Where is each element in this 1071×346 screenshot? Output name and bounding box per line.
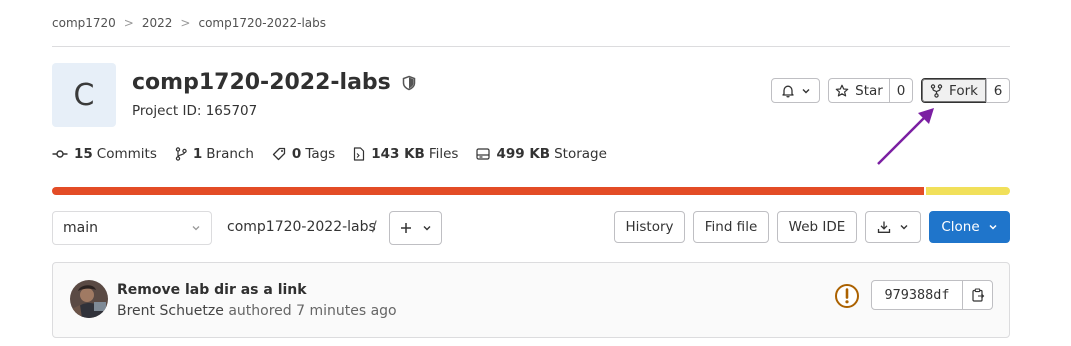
language-segment-javascript[interactable] bbox=[925, 187, 1010, 195]
stat-tags-label: Tags bbox=[305, 146, 336, 162]
clone-label: Clone bbox=[941, 219, 980, 235]
chevron-down-icon bbox=[801, 86, 811, 96]
bell-icon bbox=[781, 84, 795, 98]
commit-title[interactable]: Remove lab dir as a link bbox=[117, 282, 307, 298]
breadcrumb: comp1720 > 2022 > comp1720-2022-labs bbox=[52, 14, 326, 32]
project-avatar: C bbox=[52, 63, 116, 127]
file-icon bbox=[353, 147, 371, 161]
stat-commits[interactable]: 15 Commits bbox=[52, 146, 157, 162]
branch-name: main bbox=[63, 220, 98, 236]
chevron-down-icon bbox=[191, 223, 201, 233]
star-label: Star bbox=[855, 82, 883, 99]
tag-icon bbox=[272, 147, 292, 161]
download-dropdown[interactable] bbox=[865, 211, 921, 243]
stat-storage[interactable]: 499 KB Storage bbox=[476, 146, 607, 162]
breadcrumb-subgroup[interactable]: 2022 bbox=[142, 16, 173, 30]
fork-label: Fork bbox=[949, 82, 978, 99]
project-id: Project ID: 165707 bbox=[132, 103, 258, 119]
breadcrumb-group[interactable]: comp1720 bbox=[52, 16, 116, 30]
shield-icon bbox=[401, 75, 417, 91]
stat-files-value: 143 KB bbox=[371, 146, 425, 162]
web-ide-button[interactable]: Web IDE bbox=[777, 211, 857, 243]
commit-sha[interactable]: 979388df bbox=[871, 280, 963, 310]
breadcrumb-separator: > bbox=[180, 16, 191, 30]
find-file-button[interactable]: Find file bbox=[693, 211, 769, 243]
commit-icon bbox=[52, 147, 74, 161]
branch-selector[interactable]: main bbox=[52, 211, 212, 245]
stat-tags[interactable]: 0 Tags bbox=[272, 146, 335, 162]
language-segment-html[interactable] bbox=[52, 187, 924, 195]
add-file-dropdown[interactable] bbox=[389, 211, 442, 245]
chevron-down-icon bbox=[988, 222, 998, 232]
breadcrumb-project[interactable]: comp1720-2022-labs bbox=[198, 16, 326, 30]
project-title: comp1720-2022-labs bbox=[132, 70, 417, 95]
fork-count[interactable]: 6 bbox=[986, 78, 1010, 103]
repo-path[interactable]: comp1720-2022-labs bbox=[227, 219, 376, 235]
last-commit-panel bbox=[52, 262, 1010, 338]
stat-branches-label: Branch bbox=[206, 146, 254, 162]
stat-files-label: Files bbox=[428, 146, 459, 162]
fork-icon bbox=[930, 83, 943, 98]
pipeline-warning-icon[interactable] bbox=[834, 283, 860, 309]
download-icon bbox=[877, 220, 891, 234]
path-separator: / bbox=[372, 219, 377, 235]
clipboard-icon bbox=[971, 288, 985, 302]
project-name: comp1720-2022-labs bbox=[132, 70, 391, 95]
avatar[interactable] bbox=[70, 280, 108, 318]
plus-icon bbox=[400, 222, 412, 234]
chevron-down-icon bbox=[422, 223, 432, 233]
commit-meta: Brent Schuetze authored 7 minutes ago bbox=[117, 303, 397, 319]
clone-button[interactable]: Clone bbox=[929, 211, 1010, 243]
stat-tags-value: 0 bbox=[291, 146, 302, 162]
chevron-down-icon bbox=[899, 222, 909, 232]
breadcrumb-separator: > bbox=[123, 16, 134, 30]
stat-files[interactable]: 143 KB Files bbox=[353, 146, 458, 162]
language-bar bbox=[52, 187, 1010, 195]
stat-storage-label: Storage bbox=[554, 146, 607, 162]
stat-commits-label: Commits bbox=[96, 146, 157, 162]
header-divider bbox=[52, 46, 1010, 47]
project-stats: 15 Commits 1 Branch 0 Tags 143 KB Files … bbox=[52, 146, 625, 162]
stat-commits-value: 15 bbox=[74, 146, 93, 162]
notifications-button[interactable] bbox=[771, 78, 820, 103]
stat-storage-value: 499 KB bbox=[496, 146, 551, 162]
commit-author[interactable]: Brent Schuetze bbox=[117, 303, 224, 319]
commit-timestamp: authored 7 minutes ago bbox=[228, 303, 397, 319]
storage-icon bbox=[476, 147, 496, 161]
stat-branches[interactable]: 1 Branch bbox=[175, 146, 254, 162]
star-icon bbox=[835, 84, 849, 98]
annotation-arrow bbox=[870, 100, 940, 170]
stat-branches-value: 1 bbox=[192, 146, 203, 162]
copy-sha-button[interactable] bbox=[962, 280, 993, 310]
history-button[interactable]: History bbox=[614, 211, 685, 243]
branch-icon bbox=[175, 147, 193, 161]
